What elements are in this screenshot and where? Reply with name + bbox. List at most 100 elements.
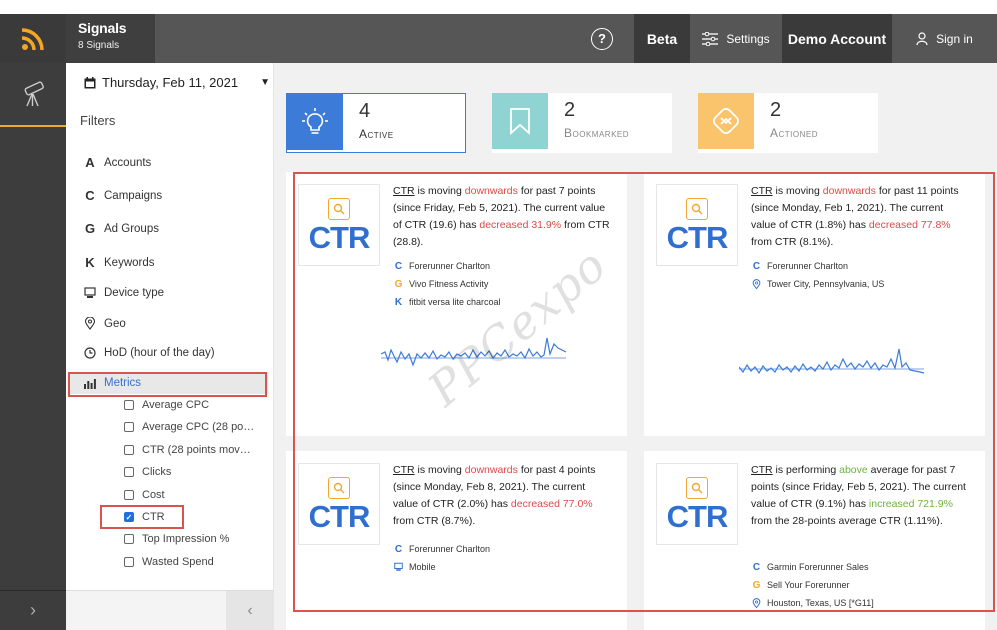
signal-description: CTR is moving downwards for past 4 point… bbox=[393, 462, 613, 530]
campaign-icon: C bbox=[394, 260, 403, 272]
ctr-badge-label: CTR bbox=[308, 219, 371, 255]
filter-accounts[interactable]: A Accounts bbox=[84, 155, 151, 170]
rail-expand-button[interactable]: › bbox=[0, 590, 66, 630]
signal-tags: C Forerunner Charlton G Vivo Fitness Activ… bbox=[394, 257, 501, 311]
demo-account-button[interactable]: Demo Account bbox=[782, 14, 892, 63]
filter-label: Keywords bbox=[104, 256, 155, 269]
stat-card-active[interactable]: 4 Active bbox=[286, 93, 466, 153]
checkbox[interactable] bbox=[124, 422, 134, 432]
filter-keywords[interactable]: K Keywords bbox=[84, 255, 155, 270]
trend-word: above bbox=[839, 464, 868, 476]
logo[interactable] bbox=[0, 14, 66, 63]
campaign-icon: C bbox=[752, 561, 761, 573]
checkbox[interactable] bbox=[124, 445, 134, 455]
filter-device-type[interactable]: Device type bbox=[84, 287, 164, 299]
help-button[interactable]: ? bbox=[580, 14, 624, 63]
ad-group-icon: G bbox=[394, 278, 403, 290]
metric-link[interactable]: CTR bbox=[751, 185, 773, 197]
metric-top-impression[interactable]: Top Impression % bbox=[124, 533, 229, 545]
metric-link[interactable]: CTR bbox=[393, 185, 415, 197]
campaign-icon: C bbox=[394, 543, 403, 555]
metric-label: Average CPC (28 po… bbox=[142, 421, 255, 433]
ad-group-icon: G bbox=[752, 579, 761, 591]
tag-campaign[interactable]: C Forerunner Charlton bbox=[394, 257, 501, 275]
checkbox[interactable] bbox=[124, 490, 134, 500]
beta-button[interactable]: Beta bbox=[634, 14, 690, 63]
signal-tags: C Garmin Forerunner Sales G Sell Your Fore… bbox=[752, 558, 874, 612]
checkbox[interactable] bbox=[124, 467, 134, 477]
metric-ctr[interactable]: ✓ CTR bbox=[124, 511, 165, 523]
signal-card[interactable]: CTR CTR is moving downwards for past 11 … bbox=[644, 172, 985, 436]
date-picker[interactable]: Thursday, Feb 11, 2021 ▼ bbox=[84, 75, 270, 90]
text-span: is moving bbox=[414, 464, 465, 476]
filter-metrics[interactable]: Metrics bbox=[70, 372, 268, 394]
ctr-badge: CTR bbox=[656, 184, 738, 266]
tag-campaign[interactable]: C Forerunner Charlton bbox=[394, 540, 490, 558]
change-value: decreased 77.0% bbox=[510, 498, 593, 510]
text-span: from the 28-points average CTR (1.11%). bbox=[751, 515, 943, 527]
settings-button[interactable]: Settings bbox=[690, 14, 782, 63]
metric-average-cpc-28[interactable]: Average CPC (28 po… bbox=[124, 421, 254, 433]
user-icon bbox=[916, 32, 928, 45]
checkbox[interactable] bbox=[124, 400, 134, 410]
filter-campaigns[interactable]: C Campaigns bbox=[84, 188, 162, 203]
tag-keyword[interactable]: Kfitbit versa lite charcoal bbox=[394, 293, 501, 311]
stat-card-actioned[interactable]: 2 Actioned bbox=[698, 93, 878, 153]
text-span: is moving bbox=[414, 185, 465, 197]
checkbox[interactable] bbox=[124, 557, 134, 567]
metric-label: Cost bbox=[142, 489, 165, 501]
date-label: Thursday, Feb 11, 2021 bbox=[102, 75, 239, 90]
filter-hod[interactable]: HoD (hour of the day) bbox=[84, 347, 215, 359]
tag-location[interactable]: Houston, Texas, US [*G11] bbox=[752, 594, 874, 612]
text-span: from CTR (8.7%). bbox=[393, 515, 476, 527]
filter-label: HoD (hour of the day) bbox=[104, 347, 215, 359]
left-rail: › bbox=[0, 63, 66, 630]
tag-ad-group[interactable]: G Vivo Fitness Activity bbox=[394, 275, 501, 293]
metrics-label: Metrics bbox=[104, 377, 142, 389]
tag-label: Houston, Texas, US [*G11] bbox=[767, 598, 874, 608]
collapse-panel-button[interactable]: ‹ bbox=[226, 591, 274, 630]
metric-label: Top Impression % bbox=[142, 533, 230, 545]
metric-cost[interactable]: Cost bbox=[124, 489, 165, 501]
signal-card[interactable]: CTR CTR is moving downwards for past 4 p… bbox=[286, 451, 627, 630]
metric-link[interactable]: CTR bbox=[751, 464, 773, 476]
sign-in-button[interactable]: Sign in bbox=[892, 14, 997, 63]
metric-ctr-28[interactable]: CTR (28 points mov… bbox=[124, 444, 251, 456]
metric-average-cpc[interactable]: Average CPC bbox=[124, 399, 209, 411]
metric-clicks[interactable]: Clicks bbox=[124, 466, 171, 478]
tag-device[interactable]: Mobile bbox=[394, 558, 490, 576]
change-value: decreased 77.8% bbox=[868, 219, 951, 231]
metric-label: CTR bbox=[142, 511, 165, 523]
filter-label: Campaigns bbox=[104, 189, 163, 202]
tag-ad-group[interactable]: G Sell Your Forerunner bbox=[752, 576, 874, 594]
sign-in-label: Sign in bbox=[936, 31, 973, 46]
tag-label: Forerunner Charlton bbox=[409, 261, 491, 271]
checkbox[interactable] bbox=[124, 534, 134, 544]
metric-wasted-spend[interactable]: Wasted Spend bbox=[124, 556, 214, 568]
tag-label: Garmin Forerunner Sales bbox=[767, 562, 869, 572]
tag-location[interactable]: Tower City, Pennsylvania, US bbox=[752, 275, 884, 293]
rail-item-telescope[interactable] bbox=[0, 63, 66, 127]
stat-value: 2 bbox=[564, 99, 576, 121]
stat-card-bookmarked[interactable]: 2 Bookmarked bbox=[492, 93, 672, 153]
filter-geo[interactable]: Geo bbox=[84, 317, 126, 330]
checkbox-checked[interactable]: ✓ bbox=[124, 512, 134, 522]
top-bar: Signals 8 Signals ? Beta Settings Demo A… bbox=[0, 14, 997, 63]
signals-count: 8 Signals bbox=[78, 40, 120, 51]
app-title: Signals bbox=[78, 20, 127, 36]
device-type-icon bbox=[84, 287, 96, 298]
change-value: decreased 31.9% bbox=[479, 219, 562, 231]
device-type-icon bbox=[394, 562, 403, 571]
rss-icon bbox=[21, 27, 44, 50]
tag-campaign[interactable]: C Garmin Forerunner Sales bbox=[752, 558, 874, 576]
campaigns-icon: C bbox=[85, 188, 95, 203]
location-pin-icon bbox=[752, 597, 761, 608]
filter-ad-groups[interactable]: G Ad Groups bbox=[84, 221, 159, 236]
ctr-badge-label: CTR bbox=[308, 498, 371, 534]
settings-label: Settings bbox=[726, 31, 770, 46]
metric-link[interactable]: CTR bbox=[393, 464, 415, 476]
caret-down-icon: ▼ bbox=[260, 77, 271, 88]
signal-card[interactable]: CTR CTR is moving downwards for past 7 p… bbox=[286, 172, 627, 436]
tag-campaign[interactable]: C Forerunner Charlton bbox=[752, 257, 884, 275]
signal-card[interactable]: CTR CTR is performing above average for … bbox=[644, 451, 985, 630]
